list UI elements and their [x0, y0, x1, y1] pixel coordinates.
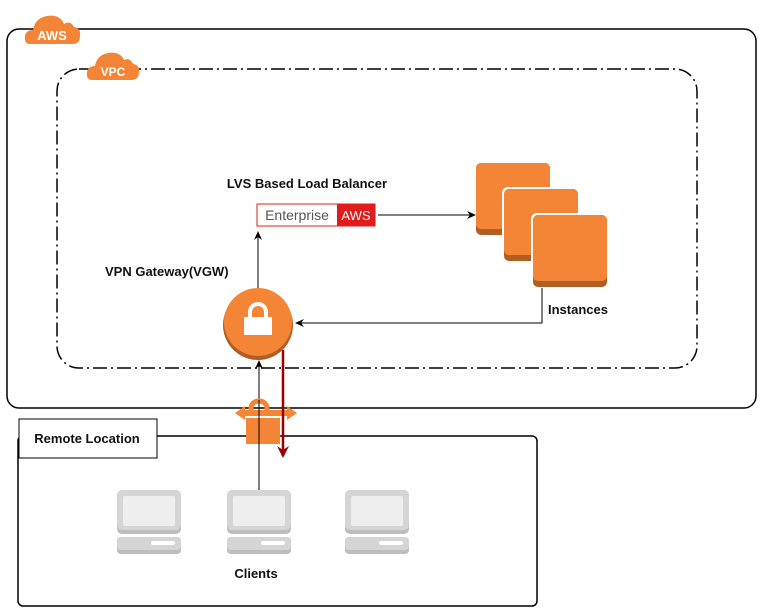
architecture-diagram: AWS VPC LVS Based Load Balancer Enterpri…: [6, 15, 757, 607]
aws-cloud-icon: AWS: [24, 15, 81, 44]
aws-badge: AWS: [37, 28, 67, 43]
load-balancer-title: LVS Based Load Balancer: [227, 176, 387, 191]
ec2-instances-icon[interactable]: [476, 163, 609, 289]
vpc-cloud-icon: VPC: [86, 52, 140, 80]
enterprise-aws-logo[interactable]: Enterprise AWS: [256, 203, 376, 227]
vpn-gateway-label: VPN Gateway(VGW): [105, 264, 229, 279]
client-computer-icon[interactable]: [117, 490, 181, 554]
logo-enterprise-text: Enterprise: [265, 207, 329, 223]
remote-location-label: Remote Location: [34, 431, 140, 446]
vpn-connection-icon: [235, 398, 297, 444]
vpn-gateway-lock-icon[interactable]: [223, 288, 293, 360]
client-computer-icon[interactable]: [345, 490, 409, 554]
instances-to-vgw-arrow: [295, 288, 543, 327]
aws-cloud-group: [6, 28, 757, 409]
clients-label: Clients: [234, 566, 277, 581]
logo-aws-text: AWS: [341, 208, 370, 223]
instances-label: Instances: [548, 302, 608, 317]
vpc-badge: VPC: [101, 65, 126, 79]
client-computer-icon[interactable]: [227, 490, 291, 554]
